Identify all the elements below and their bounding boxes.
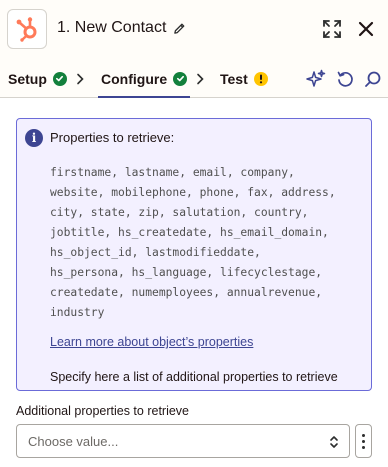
check-circle-icon [173, 71, 188, 86]
tab-test-label: Test [220, 70, 248, 87]
properties-info-box: i Properties to retrieve: firstname, las… [16, 118, 372, 391]
more-options-icon[interactable] [355, 424, 372, 458]
step-title[interactable]: 1. New Contact [57, 19, 166, 37]
chevron-up-down-icon [329, 434, 339, 455]
pencil-icon[interactable] [173, 22, 186, 35]
chevron-right-icon [76, 72, 84, 90]
info-title: Properties to retrieve: [50, 130, 175, 145]
tab-configure[interactable]: Configure [97, 60, 191, 98]
check-circle-icon [52, 71, 67, 86]
tab-configure-label: Configure [101, 70, 168, 87]
property-list-line: hs_persona, hs_language, lifecyclestage, [50, 266, 323, 279]
hubspot-logo-icon [7, 9, 47, 49]
info-footer-text: Specify here a list of additional proper… [50, 370, 338, 384]
warning-circle-icon [253, 71, 268, 86]
info-icon: i [25, 129, 43, 147]
property-list-line: hs_object_id, lastmodifieddate, [50, 246, 261, 259]
undo-icon[interactable] [334, 68, 356, 90]
property-list-line: industry [50, 306, 105, 319]
search-icon[interactable] [362, 68, 384, 90]
close-icon[interactable] [354, 17, 378, 41]
tab-test[interactable]: Test [220, 60, 268, 97]
property-list-line: createdate, numemployees, annualrevenue, [50, 286, 323, 299]
property-list-line: website, mobilephone, phone, fax, addres… [50, 186, 336, 199]
select-placeholder: Choose value... [28, 434, 119, 449]
chevron-right-icon [196, 72, 204, 90]
step-tabs: Setup Configure Test [0, 60, 388, 98]
property-list-line: firstname, lastname, email, company, [50, 166, 295, 179]
property-list-line: jobtitle, hs_createdate, hs_email_domain… [50, 226, 329, 239]
step-title-group[interactable]: 1. New Contact [57, 19, 186, 37]
additional-properties-select[interactable]: Choose value... [16, 424, 350, 458]
tab-setup[interactable]: Setup [8, 60, 67, 97]
additional-properties-label: Additional properties to retrieve [16, 404, 190, 418]
expand-icon[interactable] [320, 17, 344, 41]
ai-sparkle-icon[interactable] [305, 68, 327, 90]
property-list-line: city, state, zip, salutation, country, [50, 206, 309, 219]
step-header: 1. New Contact [0, 0, 388, 60]
learn-more-link[interactable]: Learn more about object’s properties [50, 335, 253, 349]
tab-setup-label: Setup [8, 70, 47, 87]
